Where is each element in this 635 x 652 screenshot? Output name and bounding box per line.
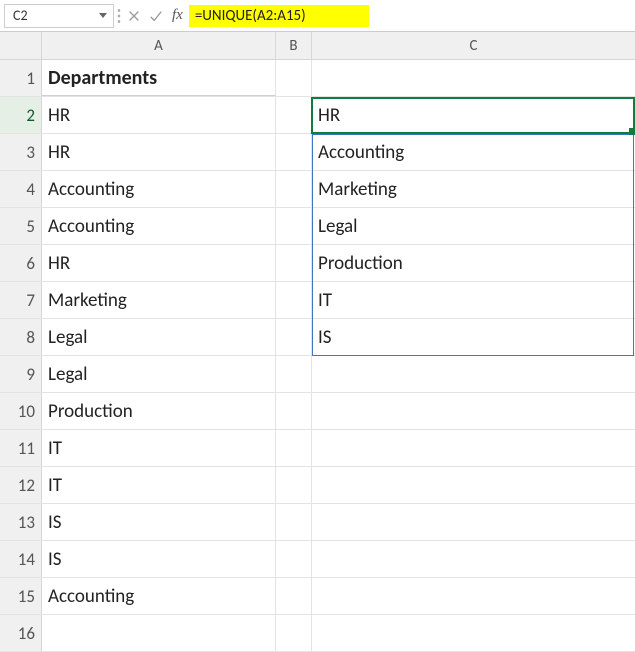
row: 8 Legal IS [0, 319, 635, 356]
cell[interactable] [276, 356, 312, 392]
cell[interactable]: IS [312, 319, 635, 355]
cell[interactable]: Departments [42, 60, 276, 96]
cell[interactable] [312, 615, 635, 651]
column-headers: A B C [0, 32, 635, 60]
cell[interactable]: HR [312, 97, 635, 133]
cell[interactable] [276, 504, 312, 540]
row-header[interactable]: 1 [0, 60, 42, 96]
row: 16 [0, 615, 635, 652]
cell[interactable]: Accounting [42, 208, 276, 244]
cell[interactable]: IS [42, 504, 276, 540]
row-header[interactable]: 11 [0, 430, 42, 466]
fx-label[interactable]: fx [168, 7, 187, 24]
cell[interactable]: IT [42, 467, 276, 503]
row-header[interactable]: 4 [0, 171, 42, 207]
row-header[interactable]: 13 [0, 504, 42, 540]
row: 2 HR HR [0, 97, 635, 134]
row: 14 IS [0, 541, 635, 578]
cell[interactable]: Legal [312, 208, 635, 244]
row: 4 Accounting Marketing [0, 171, 635, 208]
row: 7 Marketing IT [0, 282, 635, 319]
grid-body: 1 Departments 2 HR HR 3 HR Accounting 4 … [0, 60, 635, 652]
row: 11 IT [0, 430, 635, 467]
cell[interactable]: Accounting [312, 134, 635, 170]
cell[interactable] [312, 393, 635, 429]
formula-bar: C2 ⋮ fx =UNIQUE(A2:A15) [0, 0, 635, 32]
column-header-C[interactable]: C [312, 32, 635, 59]
cell[interactable]: Legal [42, 319, 276, 355]
name-box-value: C2 [13, 7, 28, 24]
row-header[interactable]: 10 [0, 393, 42, 429]
select-all-corner[interactable] [0, 32, 42, 59]
cell[interactable] [312, 578, 635, 614]
cell[interactable]: IT [42, 430, 276, 466]
cell[interactable] [42, 615, 276, 651]
row: 6 HR Production [0, 245, 635, 282]
formula-input[interactable]: =UNIQUE(A2:A15) [189, 5, 369, 27]
row: 1 Departments [0, 60, 635, 97]
chevron-down-icon [99, 13, 107, 18]
row-header[interactable]: 7 [0, 282, 42, 318]
row-header[interactable]: 9 [0, 356, 42, 392]
row-header[interactable]: 14 [0, 541, 42, 577]
row: 3 HR Accounting [0, 134, 635, 171]
cell[interactable]: IS [42, 541, 276, 577]
cell[interactable] [312, 467, 635, 503]
cancel-icon[interactable] [124, 5, 144, 27]
cell[interactable] [276, 60, 312, 96]
cell[interactable]: HR [42, 97, 276, 133]
cell[interactable] [276, 615, 312, 651]
cell[interactable] [276, 578, 312, 614]
row: 12 IT [0, 467, 635, 504]
cell[interactable] [312, 60, 635, 96]
row: 5 Accounting Legal [0, 208, 635, 245]
row-header[interactable]: 15 [0, 578, 42, 614]
cell[interactable] [312, 356, 635, 392]
cell[interactable] [276, 393, 312, 429]
cell[interactable] [276, 541, 312, 577]
cell[interactable] [276, 208, 312, 244]
row: 10 Production [0, 393, 635, 430]
cell[interactable] [276, 282, 312, 318]
row-header[interactable]: 12 [0, 467, 42, 503]
cell[interactable]: IT [312, 282, 635, 318]
cell[interactable] [276, 97, 312, 133]
cell[interactable] [276, 319, 312, 355]
spreadsheet-grid: A B C 1 Departments 2 HR HR 3 HR Account… [0, 32, 635, 652]
cell[interactable]: Production [312, 245, 635, 281]
cell[interactable] [312, 430, 635, 466]
row: 9 Legal [0, 356, 635, 393]
row-header[interactable]: 2 [0, 97, 42, 133]
cell[interactable]: HR [42, 245, 276, 281]
cell[interactable]: Legal [42, 356, 276, 392]
cell[interactable] [276, 171, 312, 207]
row-header[interactable]: 16 [0, 615, 42, 651]
row: 15 Accounting [0, 578, 635, 615]
cell[interactable]: Accounting [42, 578, 276, 614]
formula-input-rest[interactable] [371, 5, 631, 27]
name-box[interactable]: C2 [4, 4, 114, 28]
cell[interactable] [312, 504, 635, 540]
column-header-B[interactable]: B [276, 32, 312, 59]
cell[interactable]: Production [42, 393, 276, 429]
cell[interactable] [312, 541, 635, 577]
row-header[interactable]: 6 [0, 245, 42, 281]
column-header-A[interactable]: A [42, 32, 276, 59]
cell[interactable]: HR [42, 134, 276, 170]
cell[interactable] [276, 245, 312, 281]
row-header[interactable]: 8 [0, 319, 42, 355]
enter-icon[interactable] [146, 5, 166, 27]
cell[interactable] [276, 430, 312, 466]
cell[interactable]: Marketing [312, 171, 635, 207]
cell[interactable] [276, 134, 312, 170]
cell[interactable]: Marketing [42, 282, 276, 318]
row: 13 IS [0, 504, 635, 541]
separator: ⋮ [116, 6, 122, 26]
cell[interactable]: Accounting [42, 171, 276, 207]
row-header[interactable]: 3 [0, 134, 42, 170]
row-header[interactable]: 5 [0, 208, 42, 244]
cell[interactable] [276, 467, 312, 503]
